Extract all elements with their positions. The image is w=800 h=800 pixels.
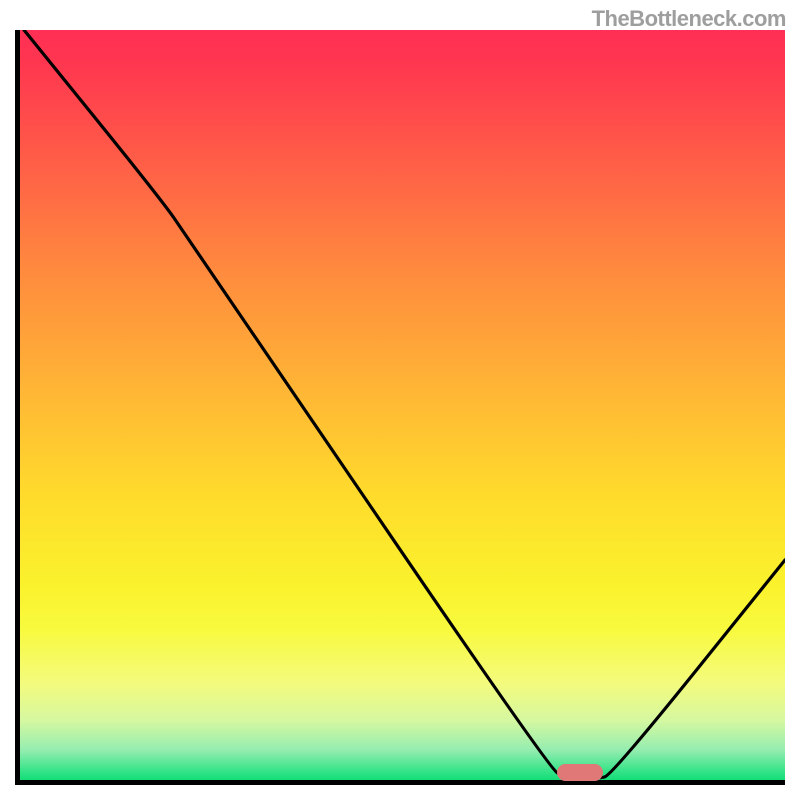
bottleneck-chart: TheBottleneck.com (0, 0, 800, 800)
watermark-text: TheBottleneck.com (592, 6, 786, 32)
plot-area (15, 30, 785, 785)
